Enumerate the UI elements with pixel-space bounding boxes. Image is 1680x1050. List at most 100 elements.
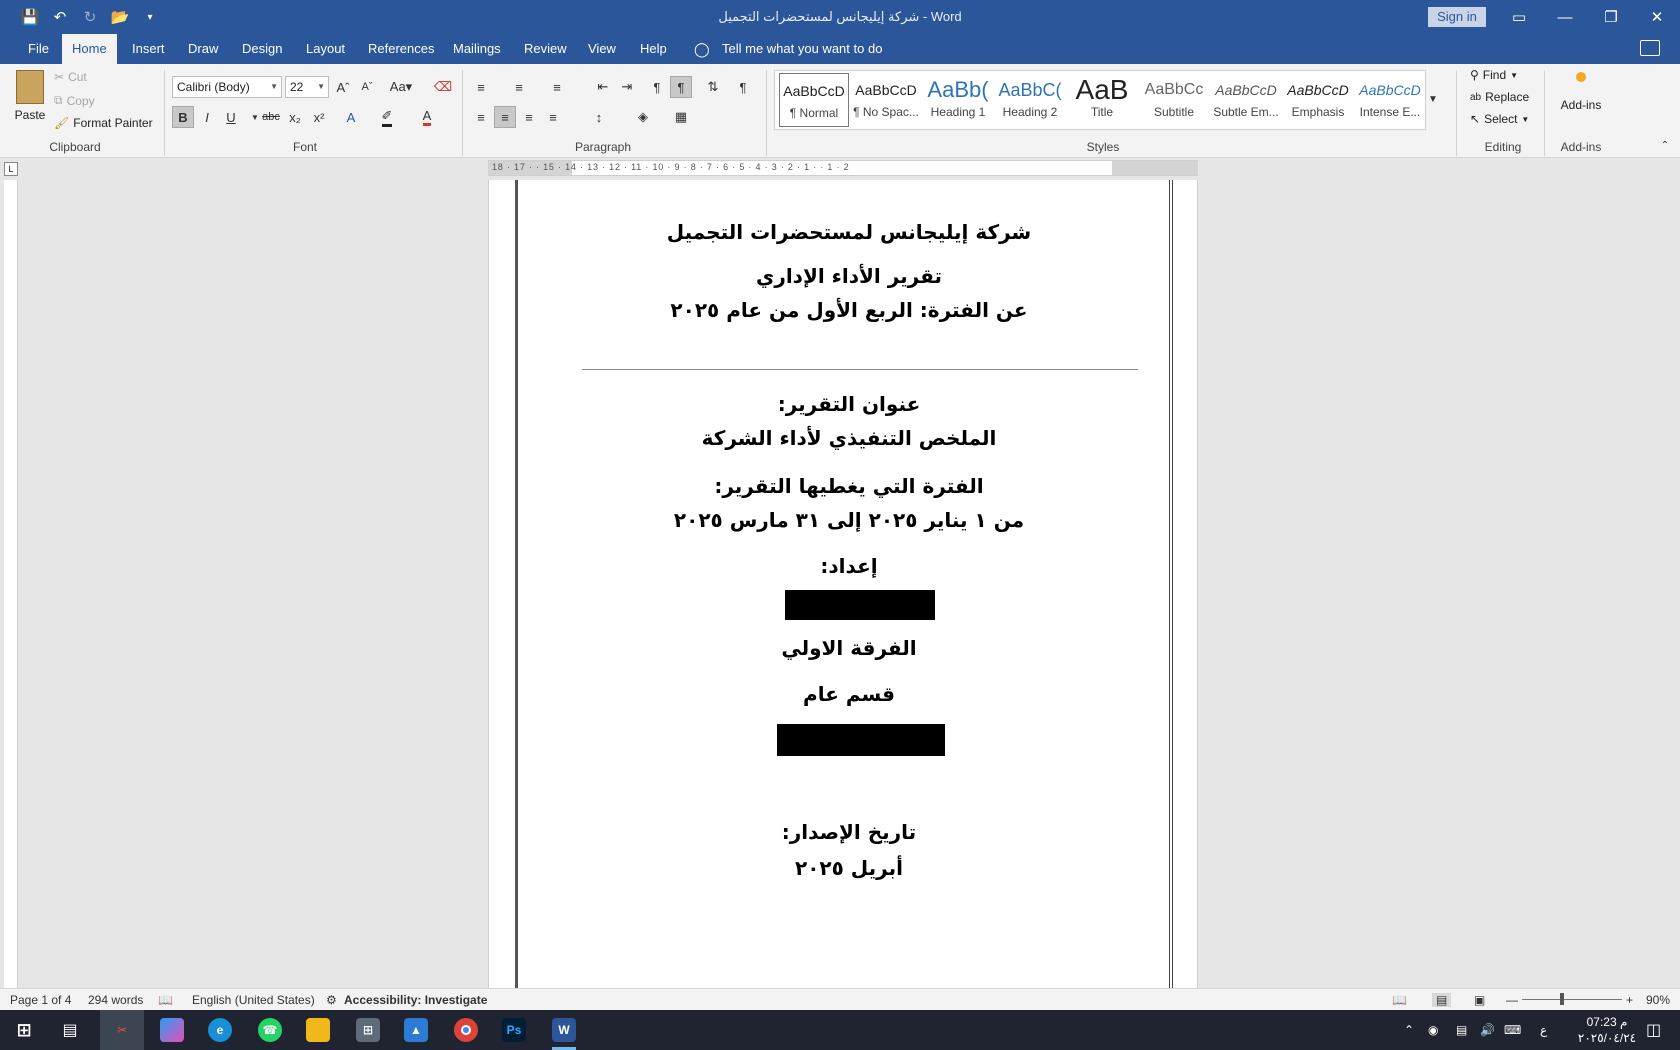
style-heading-2[interactable]: AaBbC(Heading 2 <box>995 73 1065 127</box>
read-mode-icon[interactable]: 📖 <box>1392 993 1407 1007</box>
tab-view[interactable]: View <box>578 34 626 64</box>
italic-button[interactable]: I <box>196 106 218 128</box>
underline-button[interactable]: U <box>220 106 242 128</box>
zoom-slider[interactable] <box>1522 999 1622 1000</box>
paint-icon[interactable]: ▲ <box>404 1018 428 1042</box>
proofing-icon[interactable]: 📖 <box>158 993 173 1007</box>
style-normal[interactable]: AaBbCcD ¶ Normal <box>779 73 849 127</box>
notifications-icon[interactable]: ◫ <box>1646 1010 1661 1050</box>
styles-more-icon[interactable]: ▼ <box>1422 88 1444 110</box>
whatsapp-icon[interactable]: ☎ <box>258 1018 282 1042</box>
language[interactable]: English (United States) <box>192 993 315 1007</box>
add-ins-button[interactable]: Add-ins <box>1556 72 1606 112</box>
numbering-icon[interactable]: ≡ <box>508 76 530 98</box>
sign-in-button[interactable]: Sign in <box>1428 7 1486 27</box>
web-layout-icon[interactable]: ▣ <box>1474 993 1485 1007</box>
network-icon[interactable]: ▤ <box>1456 1010 1467 1050</box>
tab-design[interactable]: Design <box>232 34 292 64</box>
clear-formatting-icon[interactable]: ⌫ <box>432 76 454 98</box>
select-button[interactable]: ↖ Select ▼ <box>1470 112 1529 126</box>
increase-indent-icon[interactable]: ⇥ <box>616 76 638 98</box>
copy-button[interactable]: ⧉ Copy <box>54 93 95 108</box>
open-icon[interactable]: 📂 <box>108 6 132 28</box>
style-subtle-emphasis[interactable]: AaBbCcD Subtle Em... <box>1211 73 1281 127</box>
zoom-out-icon[interactable]: — <box>1506 993 1518 1007</box>
style-heading-1[interactable]: AaBb(Heading 1 <box>923 73 993 127</box>
tab-selector[interactable]: L <box>4 162 18 176</box>
minimize-icon[interactable]: — <box>1542 0 1588 34</box>
strikethrough-button[interactable]: abc <box>260 106 282 128</box>
style-no-spacing[interactable]: AaBbCcD ¶ No Spac... <box>851 73 921 127</box>
decrease-indent-icon[interactable]: ⇤ <box>592 76 614 98</box>
tab-layout[interactable]: Layout <box>296 34 355 64</box>
font-name-combo[interactable]: Calibri (Body) ▼ <box>172 76 282 98</box>
collapse-ribbon-icon[interactable]: ⌃ <box>1654 134 1676 156</box>
grow-font-icon[interactable]: Aˆ <box>332 76 354 98</box>
maximize-icon[interactable]: ❐ <box>1588 0 1634 34</box>
chrome-icon[interactable] <box>454 1018 478 1042</box>
text-effects-icon[interactable]: A <box>340 106 362 128</box>
windows-start-icon[interactable]: ⊞ <box>12 1018 36 1042</box>
copilot-icon[interactable] <box>160 1018 184 1042</box>
input-language[interactable]: ع <box>1540 1010 1547 1050</box>
word-count[interactable]: 294 words <box>88 993 143 1007</box>
tab-home[interactable]: Home <box>62 34 117 64</box>
font-color-icon[interactable]: A <box>416 106 438 128</box>
align-left-icon[interactable]: ≡ <box>470 106 492 128</box>
show-formatting-icon[interactable]: ¶ <box>732 76 754 98</box>
clock[interactable]: 07:23 م ٢٠٢٥/٠٤/٢٤ <box>1568 1014 1646 1046</box>
subscript-button[interactable]: x₂ <box>284 106 306 128</box>
file-explorer-icon[interactable] <box>306 1018 330 1042</box>
comments-icon[interactable] <box>1640 40 1660 56</box>
show-hidden-icons-icon[interactable]: ⌃ <box>1404 1010 1414 1050</box>
document-page[interactable]: شركة إيليجانس لمستحضرات التجميل تقرير ال… <box>488 180 1198 988</box>
style-title[interactable]: AaB Title <box>1067 73 1137 127</box>
zoom-level[interactable]: 90% <box>1646 993 1670 1007</box>
meet-now-icon[interactable]: ◉ <box>1428 1010 1438 1050</box>
save-icon[interactable]: 💾 <box>18 6 42 28</box>
justify-icon[interactable]: ≡ <box>542 106 564 128</box>
borders-icon[interactable]: ▦ <box>670 106 692 128</box>
accessibility-status[interactable]: Accessibility: Investigate <box>344 993 487 1007</box>
tab-review[interactable]: Review <box>514 34 577 64</box>
style-intense-emphasis[interactable]: AaBbCcD Intense E... <box>1355 73 1425 127</box>
sort-icon[interactable]: ⇅ <box>702 76 724 98</box>
ribbon-display-options-icon[interactable]: ▭ <box>1496 0 1542 34</box>
zoom-in-icon[interactable]: + <box>1626 993 1633 1007</box>
shrink-font-icon[interactable]: Aˇ <box>356 76 378 98</box>
replace-button[interactable]: ab Replace <box>1470 90 1529 104</box>
horizontal-ruler[interactable]: 18 · 17 · · 15 · 14 · 13 · 12 · 11 · 10 … <box>488 160 1198 176</box>
close-icon[interactable]: ✕ <box>1634 0 1680 34</box>
ltr-direction-icon[interactable]: ¶ <box>646 76 668 98</box>
tab-insert[interactable]: Insert <box>122 34 175 64</box>
zoom-slider-thumb[interactable] <box>1560 993 1564 1005</box>
highlight-icon[interactable]: ✐ <box>376 106 398 128</box>
customize-icon[interactable]: ▾ <box>138 6 162 28</box>
bold-button[interactable]: B <box>172 106 194 128</box>
shading-icon[interactable]: ◈ <box>632 106 654 128</box>
vertical-ruler[interactable] <box>4 180 18 988</box>
multilevel-list-icon[interactable]: ≡ <box>546 76 568 98</box>
rtl-direction-icon[interactable]: ¶ <box>670 76 692 98</box>
style-subtitle[interactable]: AaBbCc Subtitle <box>1139 73 1209 127</box>
tab-mailings[interactable]: Mailings <box>443 34 511 64</box>
tab-file[interactable]: File <box>18 34 59 64</box>
cut-button[interactable]: ✂ Cut <box>54 70 87 84</box>
tab-draw[interactable]: Draw <box>178 34 228 64</box>
paste-button[interactable]: Paste <box>12 70 48 122</box>
undo-icon[interactable]: ↶ <box>48 6 72 28</box>
bullets-icon[interactable]: ≡ <box>470 76 492 98</box>
calculator-icon[interactable]: ⊞ <box>356 1018 380 1042</box>
snipping-tool-icon[interactable]: ✂ <box>100 1010 144 1050</box>
change-case-icon[interactable]: Aa▾ <box>386 76 416 98</box>
style-emphasis[interactable]: AaBbCcD Emphasis <box>1283 73 1353 127</box>
tell-me-search[interactable]: Tell me what you want to do <box>722 34 882 64</box>
word-icon[interactable]: W <box>552 1018 576 1042</box>
tab-references[interactable]: References <box>358 34 444 64</box>
volume-icon[interactable]: 🔊 <box>1480 1010 1495 1050</box>
page-count[interactable]: Page 1 of 4 <box>10 993 71 1007</box>
superscript-button[interactable]: x² <box>308 106 330 128</box>
line-spacing-icon[interactable]: ↕ <box>588 106 610 128</box>
edge-icon[interactable]: e <box>208 1018 232 1042</box>
tab-help[interactable]: Help <box>630 34 677 64</box>
